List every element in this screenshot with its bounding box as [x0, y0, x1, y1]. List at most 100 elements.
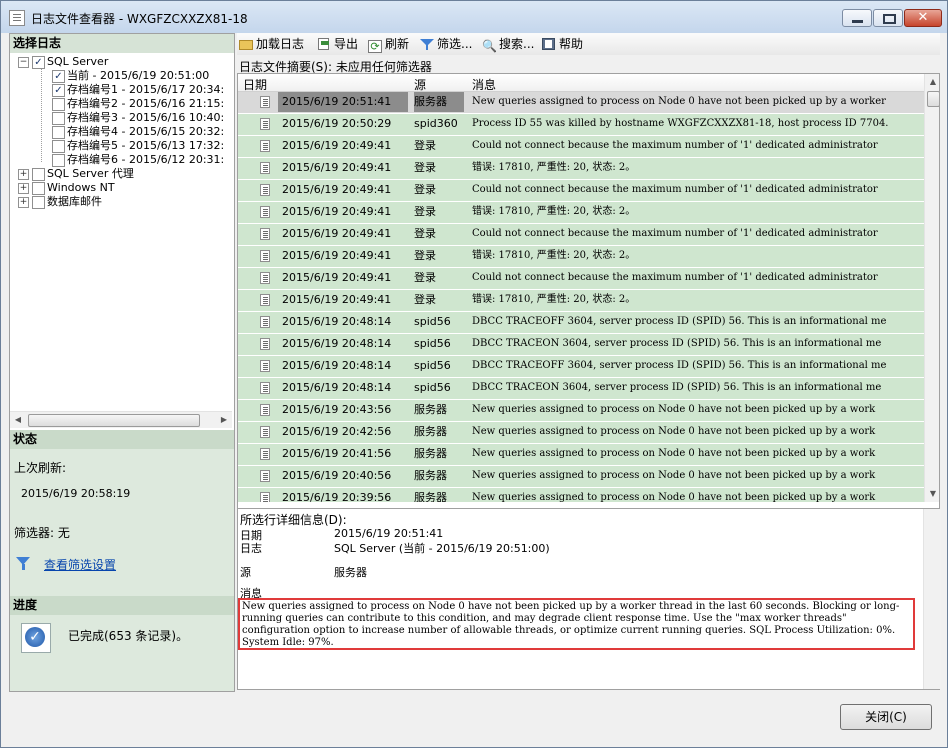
column-header-source[interactable]: 源 [414, 76, 426, 93]
tree-item-checkbox[interactable] [52, 98, 65, 111]
table-row[interactable]: 2015/6/19 20:48:14 spid56 DBCC TRACEOFF 36… [238, 312, 924, 334]
table-row[interactable]: 2015/6/19 20:40:56 服务器 New queries assigne… [238, 466, 924, 488]
filter-button[interactable]: 筛选... [420, 36, 472, 52]
log-entry-icon [260, 272, 270, 284]
row-message: 错误: 17810, 严重性: 20, 状态: 2。 [472, 250, 636, 261]
table-row[interactable]: 2015/6/19 20:49:41 登录 Could not connect be… [238, 268, 924, 290]
tree-item-checkbox[interactable] [52, 154, 65, 167]
tree-item-checkbox[interactable] [32, 182, 45, 195]
row-source: 服务器 [414, 425, 447, 438]
row-source: 登录 [414, 205, 436, 218]
row-message: DBCC TRACEON 3604, server process ID (SP… [472, 338, 882, 349]
tree-item-checkbox[interactable] [52, 140, 65, 153]
expand-icon[interactable]: + [18, 197, 29, 208]
row-message: New queries assigned to process on Node … [472, 492, 876, 502]
row-source: 登录 [414, 271, 436, 284]
row-message: Could not connect because the maximum nu… [472, 184, 878, 195]
left-panel: 选择日志 − ✓ SQL Server ✓ 当前 - 2015/6/19 20:51:0… [9, 33, 235, 692]
maximize-button[interactable] [873, 9, 903, 27]
row-message: 错误: 17810, 严重性: 20, 状态: 2。 [472, 206, 636, 217]
row-date: 2015/6/19 20:49:41 [282, 249, 392, 262]
table-row[interactable]: 2015/6/19 20:51:41 服务器 New queries assigne… [238, 92, 924, 114]
search-button[interactable]: 🔍 搜索... [482, 36, 534, 53]
table-row[interactable]: 2015/6/19 20:42:56 服务器 New queries assigne… [238, 422, 924, 444]
refresh-label: 刷新 [385, 37, 410, 51]
view-filter-settings-link[interactable]: 查看筛选设置 [44, 556, 116, 573]
row-message: DBCC TRACEOFF 3604, server process ID (S… [472, 316, 887, 327]
tree-item-checkbox[interactable] [32, 196, 45, 209]
row-source: 登录 [414, 227, 436, 240]
log-entry-icon [260, 492, 270, 502]
row-date: 2015/6/19 20:50:29 [282, 117, 392, 130]
refresh-button[interactable]: ⟳ 刷新 [368, 36, 410, 53]
table-row[interactable]: 2015/6/19 20:49:41 登录 Could not connect be… [238, 136, 924, 158]
row-source: 服务器 [414, 469, 447, 482]
table-row[interactable]: 2015/6/19 20:41:56 服务器 New queries assigne… [238, 444, 924, 466]
log-entry-icon [260, 470, 270, 482]
tree-item-checkbox[interactable] [52, 126, 65, 139]
row-message: New queries assigned to process on Node … [472, 470, 876, 481]
table-row[interactable]: 2015/6/19 20:49:41 登录 Could not connect be… [238, 224, 924, 246]
tree-item-label: 存档编号4 - 2015/6/15 20:32: [67, 125, 225, 138]
row-date: 2015/6/19 20:49:41 [282, 227, 392, 240]
close-window-button[interactable]: ✕ [904, 9, 942, 27]
tree-horizontal-scrollbar[interactable]: ◀ ▶ [10, 411, 232, 428]
filter-label: 筛选... [437, 37, 473, 51]
tree-item-checkbox[interactable]: ✓ [52, 84, 65, 97]
scroll-down-icon[interactable]: ▼ [925, 486, 939, 502]
grid-rows: 2015/6/19 20:51:41 服务器 New queries assigne… [238, 92, 924, 502]
row-message: Process ID 55 was killed by hostname WXG… [472, 118, 889, 129]
column-header-date[interactable]: 日期 [243, 76, 267, 93]
help-button[interactable]: 帮助 [542, 36, 583, 52]
collapse-icon[interactable]: − [18, 57, 29, 68]
table-row[interactable]: 2015/6/19 20:49:41 登录 错误: 17810, 严重性: 20, … [238, 246, 924, 268]
row-message: New queries assigned to process on Node … [472, 448, 876, 459]
minimize-button[interactable] [842, 9, 872, 27]
tree-item-checkbox[interactable]: ✓ [52, 70, 65, 83]
column-header-message[interactable]: 消息 [472, 76, 496, 93]
row-date: 2015/6/19 20:41:56 [282, 447, 392, 460]
table-row[interactable]: 2015/6/19 20:39:56 服务器 New queries assigne… [238, 488, 924, 502]
table-row[interactable]: 2015/6/19 20:48:14 spid56 DBCC TRACEON 360… [238, 334, 924, 356]
title-bar[interactable]: 日志文件查看器 - WXGFZCXXZX81-18 ✕ [1, 1, 947, 33]
tree-item-checkbox[interactable]: ✓ [32, 56, 45, 69]
row-message: Could not connect because the maximum nu… [472, 272, 878, 283]
table-row[interactable]: 2015/6/19 20:50:29 spid360 Process ID 55 w… [238, 114, 924, 136]
tree-item-checkbox[interactable] [32, 168, 45, 181]
detail-date-value: 2015/6/19 20:51:41 [334, 527, 444, 540]
row-source: 服务器 [414, 403, 447, 416]
row-date: 2015/6/19 20:49:41 [282, 161, 392, 174]
detail-vertical-scrollbar[interactable] [923, 509, 941, 689]
scroll-left-icon[interactable]: ◀ [10, 412, 26, 428]
table-row[interactable]: 2015/6/19 20:43:56 服务器 New queries assigne… [238, 400, 924, 422]
row-message: New queries assigned to process on Node … [472, 96, 886, 107]
row-source: spid56 [414, 359, 451, 372]
row-source: 服务器 [414, 447, 447, 460]
table-row[interactable]: 2015/6/19 20:49:41 登录 错误: 17810, 严重性: 20, … [238, 158, 924, 180]
table-row[interactable]: 2015/6/19 20:49:41 登录 Could not connect be… [238, 180, 924, 202]
load-log-label: 加载日志 [256, 37, 305, 51]
row-message: Could not connect because the maximum nu… [472, 228, 878, 239]
row-source: 服务器 [414, 491, 447, 502]
row-date: 2015/6/19 20:49:41 [282, 271, 392, 284]
export-button[interactable]: 导出 [317, 36, 358, 52]
scroll-thumb[interactable] [28, 414, 200, 427]
table-row[interactable]: 2015/6/19 20:48:14 spid56 DBCC TRACEON 360… [238, 378, 924, 400]
detail-log-value: SQL Server (当前 - 2015/6/19 20:51:00) [334, 542, 550, 555]
table-row[interactable]: 2015/6/19 20:49:41 登录 错误: 17810, 严重性: 20, … [238, 202, 924, 224]
close-button[interactable]: 关闭(C) [840, 704, 932, 730]
tree-item-label: 数据库邮件 [47, 195, 102, 208]
load-log-button[interactable]: 加载日志 [239, 36, 304, 52]
scroll-up-icon[interactable]: ▲ [925, 74, 939, 90]
table-row[interactable]: 2015/6/19 20:48:14 spid56 DBCC TRACEOFF 36… [238, 356, 924, 378]
status-header: 状态 [10, 430, 234, 449]
table-row[interactable]: 2015/6/19 20:49:41 登录 错误: 17810, 严重性: 20, … [238, 290, 924, 312]
progress-header: 进度 [10, 596, 234, 615]
expand-icon[interactable]: + [18, 169, 29, 180]
tree-item-checkbox[interactable] [52, 112, 65, 125]
grid-vertical-scrollbar[interactable]: ▲ ▼ [924, 74, 939, 502]
grid-vscroll-thumb[interactable] [927, 91, 939, 107]
tree-item-label: 存档编号5 - 2015/6/13 17:32: [67, 139, 225, 152]
scroll-right-icon[interactable]: ▶ [216, 412, 232, 428]
expand-icon[interactable]: + [18, 183, 29, 194]
